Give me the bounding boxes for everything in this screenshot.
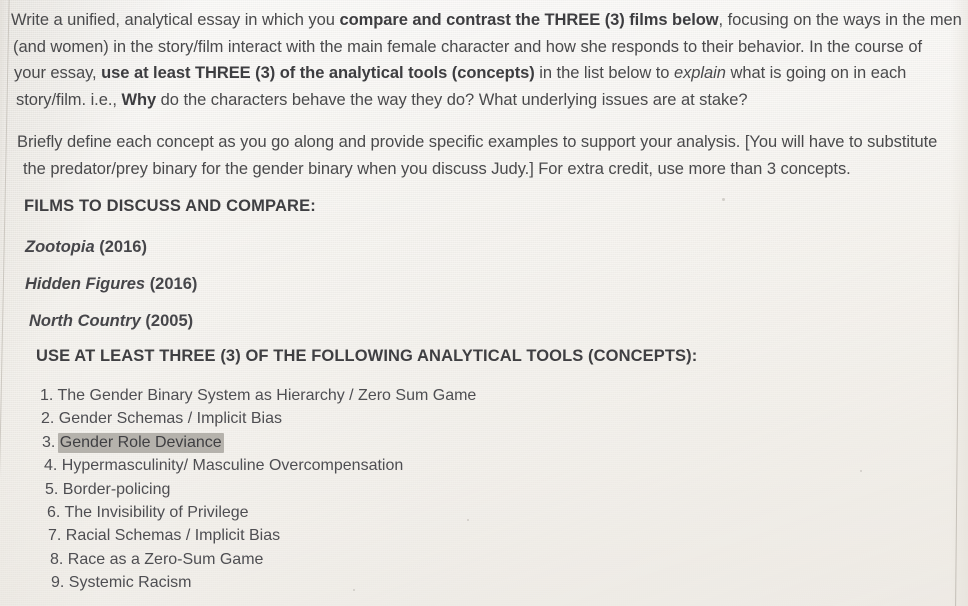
page-right-edge-line: [954, 200, 960, 606]
list-item-number: 9.: [51, 574, 65, 592]
instructions-paragraph-1: Write a unified, analytical essay in whi…: [11, 7, 968, 113]
film-year: (2016): [99, 238, 147, 256]
list-item: 8. Race as a Zero-Sum Game: [40, 548, 476, 571]
analytical-tools-list: 1. The Gender Binary System as Hierarchy…: [40, 384, 476, 595]
paragraph-1-line-2: (and women) in the story/film interact w…: [13, 37, 923, 56]
document-screenshot: Write a unified, analytical essay in whi…: [0, 0, 968, 606]
paragraph-1-line-3-post: what is going on in each: [725, 64, 907, 82]
paragraph-1-line-3-bold: use at least THREE (3) of the analytical…: [101, 64, 535, 82]
list-item-number: 3.: [42, 433, 56, 451]
list-item-label: Racial Schemas / Implicit Bias: [65, 527, 281, 545]
list-item: 9. Systemic Racism: [40, 571, 476, 594]
film-title: Zootopia: [25, 238, 95, 256]
list-item-number: 4.: [44, 457, 58, 475]
list-item-label: The Gender Binary System as Hierarchy / …: [57, 387, 477, 404]
analytical-tools-heading: USE AT LEAST THREE (3) OF THE FOLLOWING …: [36, 347, 698, 365]
list-item-number: 1.: [40, 387, 54, 404]
list-item-number: 2.: [41, 410, 55, 428]
list-item: 1. The Gender Binary System as Hierarchy…: [40, 384, 476, 407]
instructions-paragraph-2: Briefly define each concept as you go al…: [17, 129, 967, 182]
list-item-label: Race as a Zero-Sum Game: [67, 550, 264, 568]
list-item-number: 7.: [48, 527, 62, 545]
film-item: Hidden Figures (2016): [25, 275, 197, 294]
list-item: 4. Hypermasculinity/ Masculine Overcompe…: [40, 454, 476, 477]
list-item: 6. The Invisibility of Privilege: [40, 501, 476, 524]
list-item-label: Hypermasculinity/ Masculine Overcompensa…: [61, 457, 404, 475]
paragraph-1-line-1-pre: Write a unified, analytical essay in whi…: [11, 11, 340, 29]
film-item: North Country (2005): [29, 312, 193, 331]
list-item-label: Gender Schemas / Implicit Bias: [58, 410, 282, 428]
paragraph-2-line-2: the predator/prey binary for the gender …: [23, 159, 851, 178]
paragraph-2-line-1: Briefly define each concept as you go al…: [17, 133, 938, 151]
list-item-label: Border-policing: [62, 480, 171, 498]
paragraph-1-line-4-post: do the characters behave the way they do…: [156, 90, 748, 109]
list-item-label: Systemic Racism: [68, 574, 192, 592]
list-item: 7. Racial Schemas / Implicit Bias: [40, 524, 476, 547]
page-left-edge-shadow: [0, 0, 8, 606]
list-item-number: 8.: [50, 550, 64, 568]
film-item: Zootopia (2016): [25, 238, 147, 257]
films-section-heading: FILMS TO DISCUSS AND COMPARE:: [24, 197, 316, 215]
list-item: 2. Gender Schemas / Implicit Bias: [40, 407, 476, 430]
dust-speck: [860, 470, 862, 472]
paragraph-1-line-3-pre: your essay,: [14, 64, 102, 82]
list-item: 5. Border-policing: [40, 478, 476, 501]
paragraph-1-line-3-italic: explain: [673, 64, 726, 82]
paragraph-1-line-4: story/film. i.e., Why do the characters …: [16, 87, 968, 114]
dust-speck: [722, 198, 725, 201]
paragraph-1-line-4-bold: Why: [121, 90, 157, 109]
paragraph-1-line-1-bold: compare and contrast the THREE (3) films…: [339, 11, 719, 29]
paragraph-1-line-1-post: , focusing on the ways in the men: [718, 11, 962, 29]
film-year: (2005): [145, 312, 194, 330]
list-item: 3. Gender Role Deviance: [40, 431, 476, 454]
paragraph-1-line-3: your essay, use at least THREE (3) of th…: [14, 60, 968, 87]
film-title: North Country: [29, 312, 141, 330]
paragraph-1-line-3-mid: in the list below to: [534, 64, 674, 82]
list-item-label: The Invisibility of Privilege: [64, 504, 249, 522]
list-item-label-selected[interactable]: Gender Role Deviance: [57, 432, 224, 453]
film-title: Hidden Figures: [25, 275, 146, 293]
list-item-number: 6.: [47, 504, 61, 522]
paragraph-1-line-4-pre: story/film. i.e.,: [16, 90, 122, 109]
page-left-edge-line: [0, 0, 10, 606]
list-item-number: 5.: [45, 480, 59, 498]
paragraph-1-line-1: Write a unified, analytical essay in whi…: [11, 7, 968, 34]
film-year: (2016): [149, 275, 198, 293]
